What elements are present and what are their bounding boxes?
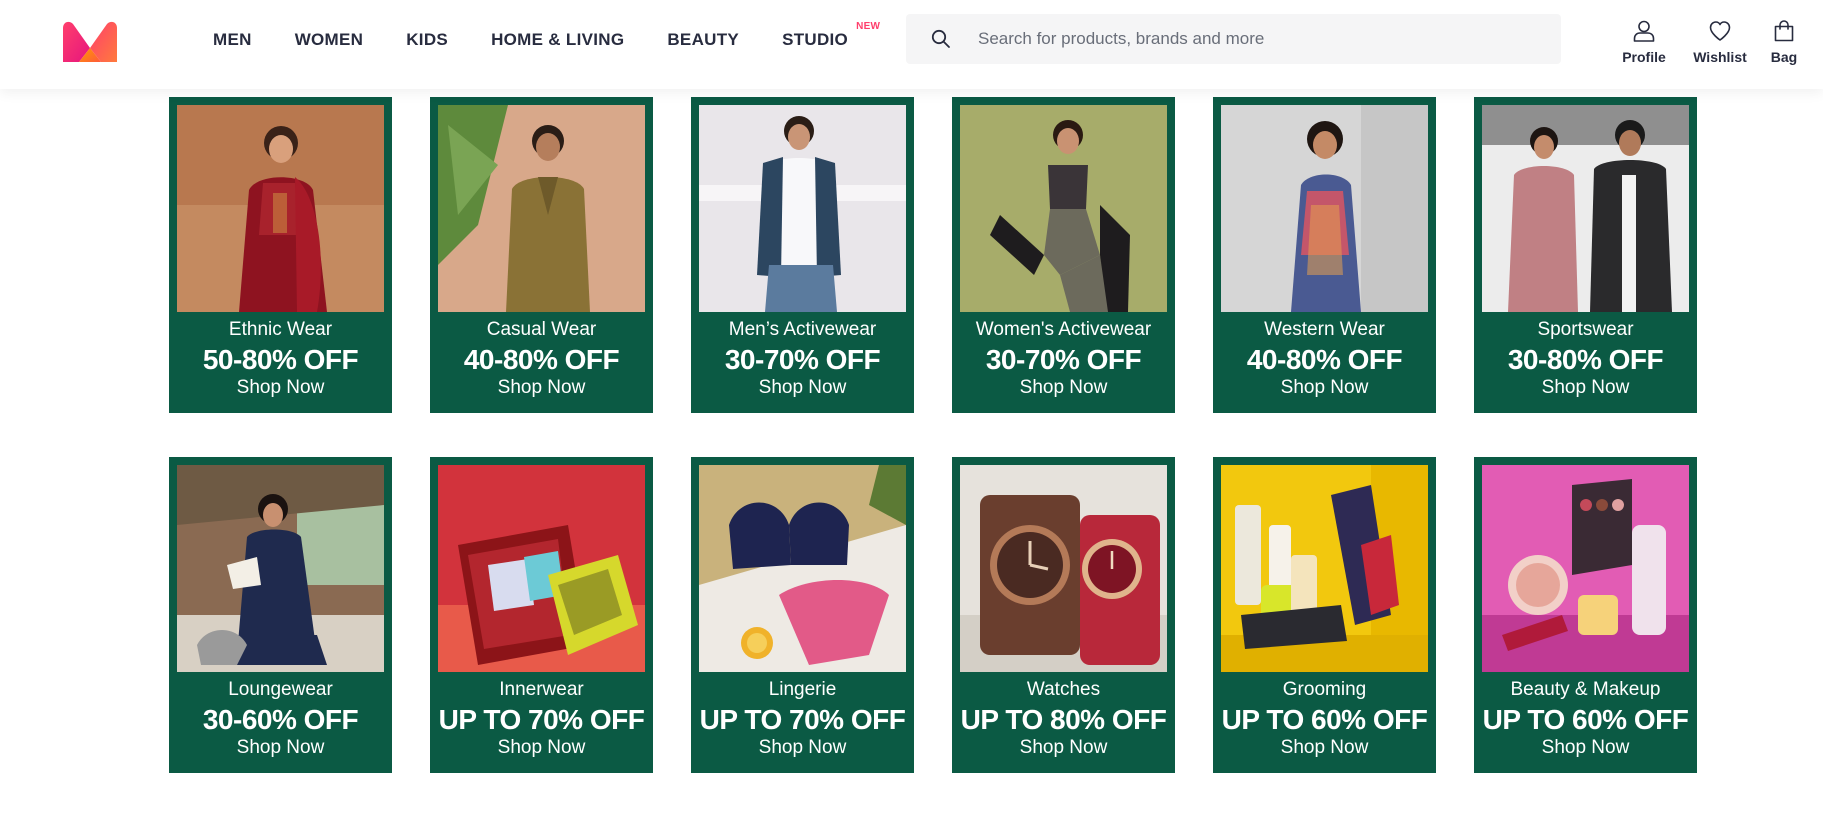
shop-now-link[interactable]: Shop Now: [498, 737, 586, 759]
shop-now-link[interactable]: Shop Now: [498, 377, 586, 399]
casual-wear-photo: [438, 105, 645, 312]
card-category: Casual Wear: [486, 319, 597, 340]
promo-card-mens-activewear[interactable]: Men’s Activewear 30-70% OFF Shop Now: [691, 97, 914, 413]
new-badge: NEW: [856, 21, 881, 32]
watches-photo: [960, 465, 1167, 672]
profile-label: Profile: [1622, 49, 1666, 65]
shop-now-link[interactable]: Shop Now: [1020, 737, 1108, 759]
card-category: Western Wear: [1264, 319, 1385, 340]
lingerie-photo: [699, 465, 906, 672]
card-category: Men’s Activewear: [728, 319, 877, 340]
card-category: Women's Activewear: [975, 319, 1152, 340]
nav-item-studio[interactable]: STUDIO NEW: [782, 21, 880, 50]
shop-now-link[interactable]: Shop Now: [759, 377, 847, 399]
main-nav: MEN WOMEN KIDS HOME & LIVING BEAUTY STUD…: [213, 21, 891, 52]
shopping-bag-icon: [1774, 20, 1794, 42]
shop-now-link[interactable]: Shop Now: [1281, 377, 1369, 399]
heart-icon: [1709, 21, 1731, 41]
card-category: Lingerie: [768, 679, 837, 700]
shop-now-link[interactable]: Shop Now: [1281, 737, 1369, 759]
ethnic-wear-photo: [177, 105, 384, 312]
card-category: Ethnic Wear: [228, 319, 333, 340]
promo-card-grooming[interactable]: Grooming UP TO 60% OFF Shop Now: [1213, 457, 1436, 773]
innerwear-photo: [438, 465, 645, 672]
womens-activewear-photo: [960, 105, 1167, 312]
nav-item-kids[interactable]: KIDS: [406, 30, 448, 50]
promo-card-womens-activewear[interactable]: Women's Activewear 30-70% OFF Shop Now: [952, 97, 1175, 413]
card-category: Sportswear: [1537, 319, 1634, 340]
search-bar[interactable]: [906, 14, 1561, 64]
promo-card-watches[interactable]: Watches UP TO 80% OFF Shop Now: [952, 457, 1175, 773]
card-discount: UP TO 70% OFF: [438, 704, 645, 735]
card-category: Loungewear: [228, 679, 333, 700]
mens-activewear-photo: [699, 105, 906, 312]
card-discount: UP TO 60% OFF: [1482, 704, 1689, 735]
search-icon[interactable]: [918, 14, 964, 64]
card-discount: 50-80% OFF: [202, 344, 359, 375]
promo-card-western-wear[interactable]: Western Wear 40-80% OFF Shop Now: [1213, 97, 1436, 413]
search-input[interactable]: [976, 15, 1536, 63]
promo-card-innerwear[interactable]: Innerwear UP TO 70% OFF Shop Now: [430, 457, 653, 773]
user-icon: [1633, 20, 1655, 42]
promo-card-casual-wear[interactable]: Casual Wear 40-80% OFF Shop Now: [430, 97, 653, 413]
card-discount: 30-80% OFF: [1507, 344, 1664, 375]
promo-card-sportswear[interactable]: Sportswear 30-80% OFF Shop Now: [1474, 97, 1697, 413]
card-discount: 40-80% OFF: [463, 344, 620, 375]
shop-now-link[interactable]: Shop Now: [237, 737, 325, 759]
promo-card-lingerie[interactable]: Lingerie UP TO 70% OFF Shop Now: [691, 457, 914, 773]
card-discount: UP TO 70% OFF: [699, 704, 906, 735]
loungewear-photo: [177, 465, 384, 672]
card-discount: 40-80% OFF: [1246, 344, 1403, 375]
profile-button[interactable]: Profile: [1612, 19, 1676, 65]
myntra-logo-icon[interactable]: [59, 20, 121, 63]
shop-now-link[interactable]: Shop Now: [1020, 377, 1108, 399]
header-actions: Profile Wishlist Bag: [1612, 19, 1804, 65]
card-discount: 30-70% OFF: [985, 344, 1142, 375]
card-category: Beauty & Makeup: [1510, 679, 1661, 700]
nav-item-home-living[interactable]: HOME & LIVING: [491, 30, 624, 50]
card-discount: UP TO 80% OFF: [960, 704, 1167, 735]
bag-label: Bag: [1770, 49, 1798, 65]
top-header: MEN WOMEN KIDS HOME & LIVING BEAUTY STUD…: [0, 0, 1823, 89]
card-category: Grooming: [1282, 679, 1367, 700]
grooming-photo: [1221, 465, 1428, 672]
card-category: Watches: [1026, 679, 1101, 700]
wishlist-button[interactable]: Wishlist: [1688, 19, 1752, 65]
nav-item-women[interactable]: WOMEN: [295, 30, 364, 50]
sportswear-photo: [1482, 105, 1689, 312]
card-category: Innerwear: [499, 679, 584, 700]
card-discount: 30-60% OFF: [202, 704, 359, 735]
shop-now-link[interactable]: Shop Now: [1542, 377, 1630, 399]
category-promo-grid: Ethnic Wear 50-80% OFF Shop Now Casual W…: [169, 97, 1699, 773]
shop-now-link[interactable]: Shop Now: [1542, 737, 1630, 759]
nav-item-beauty[interactable]: BEAUTY: [667, 30, 739, 50]
wishlist-label: Wishlist: [1693, 49, 1747, 65]
promo-card-ethnic-wear[interactable]: Ethnic Wear 50-80% OFF Shop Now: [169, 97, 392, 413]
western-wear-photo: [1221, 105, 1428, 312]
nav-item-men[interactable]: MEN: [213, 30, 252, 50]
beauty-makeup-photo: [1482, 465, 1689, 672]
shop-now-link[interactable]: Shop Now: [759, 737, 847, 759]
bag-button[interactable]: Bag: [1764, 19, 1804, 65]
shop-now-link[interactable]: Shop Now: [237, 377, 325, 399]
card-discount: UP TO 60% OFF: [1221, 704, 1428, 735]
promo-card-beauty-makeup[interactable]: Beauty & Makeup UP TO 60% OFF Shop Now: [1474, 457, 1697, 773]
card-discount: 30-70% OFF: [724, 344, 881, 375]
promo-card-loungewear[interactable]: Loungewear 30-60% OFF Shop Now: [169, 457, 392, 773]
